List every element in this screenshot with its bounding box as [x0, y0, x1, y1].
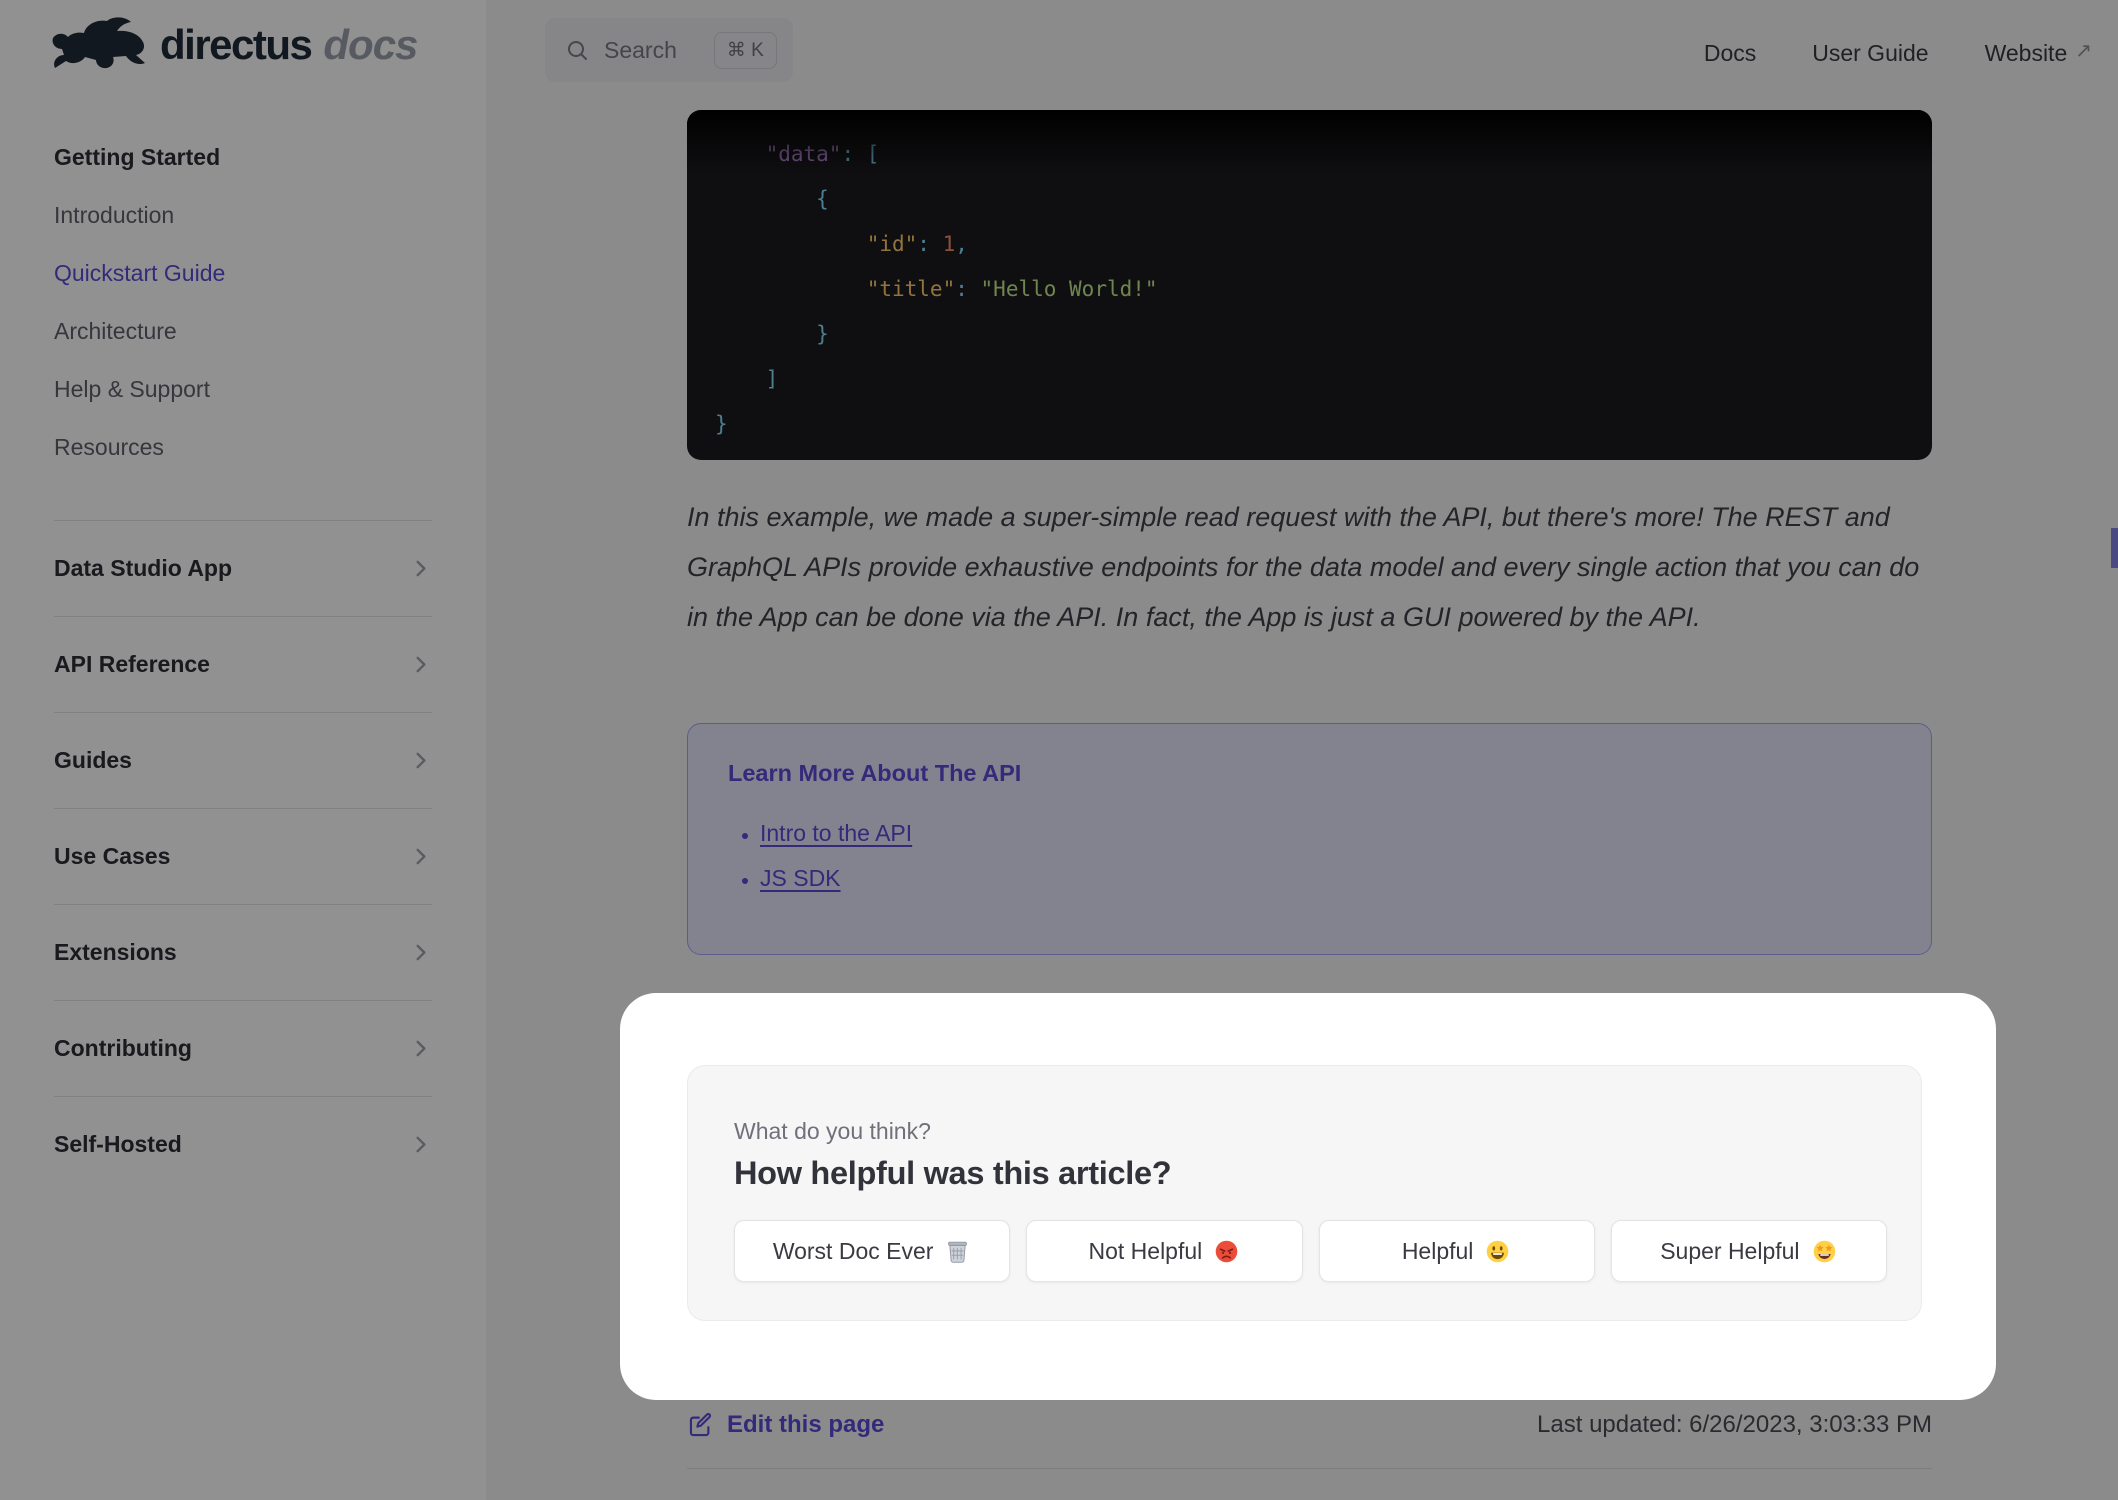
feedback-buttons: Worst Doc Ever Not Helpful Helpful Super He… — [734, 1220, 1887, 1282]
star-struck-emoji — [1811, 1238, 1838, 1265]
feedback-kicker: What do you think? — [734, 1118, 931, 1144]
feedback-button-not-helpful[interactable]: Not Helpful — [1026, 1220, 1303, 1282]
feedback-spotlight: What do you think? How helpful was this … — [620, 993, 1996, 1400]
feedback-button-label: Not Helpful — [1088, 1237, 1203, 1264]
smiling-face-emoji — [1484, 1238, 1511, 1265]
feedback-button-helpful[interactable]: Helpful — [1318, 1220, 1595, 1282]
feedback-button-label: Super Helpful — [1660, 1237, 1800, 1264]
feedback-title: How helpful was this article? — [734, 1155, 1172, 1191]
angry-face-emoji — [1213, 1238, 1240, 1265]
page: directus docs Getting Started Introductio… — [0, 0, 2118, 1500]
feedback-button-label: Helpful — [1401, 1237, 1474, 1264]
trash-emoji — [944, 1238, 971, 1265]
feedback-card: What do you think? How helpful was this … — [687, 1065, 1922, 1321]
feedback-button-super-helpful[interactable]: Super Helpful — [1610, 1220, 1887, 1282]
feedback-button-worst-doc-ever[interactable]: Worst Doc Ever — [734, 1220, 1011, 1282]
feedback-button-label: Worst Doc Ever — [772, 1237, 934, 1264]
